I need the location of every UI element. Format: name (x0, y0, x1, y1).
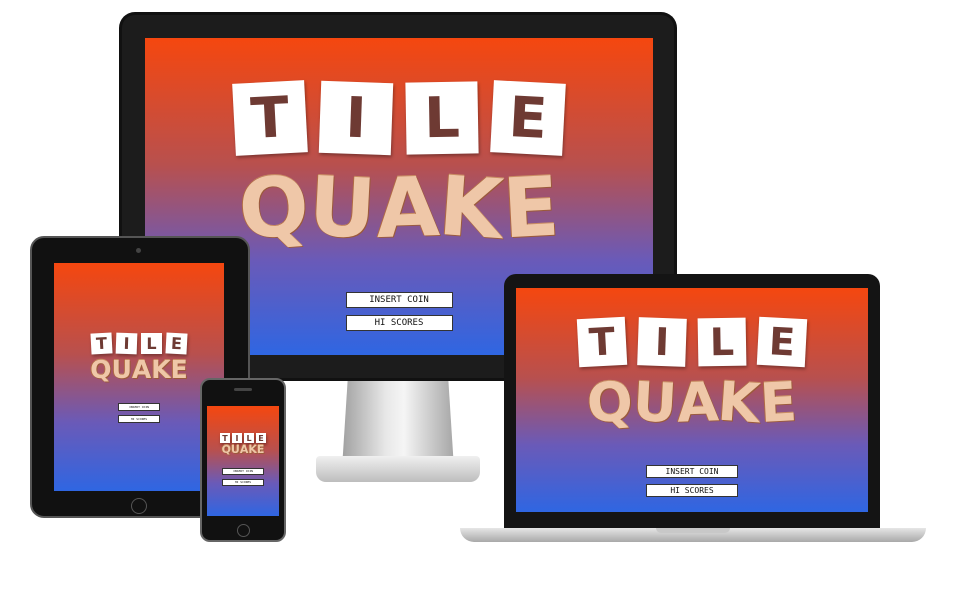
quake-letter: A (675, 370, 720, 435)
title-tile: I (232, 433, 242, 443)
title-tile: E (490, 80, 566, 156)
insert-coin-button[interactable]: INSERT COIN (646, 465, 738, 478)
quake-letter: Q (236, 158, 313, 259)
quake-letter: E (500, 159, 562, 258)
title-tile: E (256, 433, 266, 443)
hi-scores-button[interactable]: HI SCORES (118, 415, 160, 423)
hi-scores-button[interactable]: HI SCORES (646, 484, 738, 497)
insert-coin-button[interactable]: INSERT COIN (222, 468, 264, 475)
title-tile: L (141, 333, 162, 354)
quake-letter: Q (221, 443, 231, 456)
quake-letter: E (256, 443, 265, 456)
phone-home-button[interactable] (237, 524, 250, 537)
quake-letter: A (239, 443, 249, 456)
phone-speaker (234, 388, 252, 391)
title-tile: T (576, 316, 628, 368)
hi-scores-button[interactable]: HI SCORES (345, 315, 453, 331)
quake-letter: E (170, 355, 188, 384)
tablet-home-button[interactable] (131, 498, 147, 514)
quake-title: Q U A K E (236, 158, 562, 259)
monitor-base (316, 456, 480, 482)
quake-letter: U (111, 355, 132, 384)
laptop-notch (656, 528, 730, 533)
title-tile: E (756, 316, 808, 368)
title-tile: T (232, 80, 308, 156)
title-tile: T (90, 332, 113, 355)
title-tiles: T I L E (227, 80, 571, 156)
title-tile: L (405, 81, 479, 155)
insert-coin-button[interactable]: INSERT COIN (118, 403, 160, 411)
title-tile: L (244, 433, 254, 443)
quake-letter: K (435, 158, 506, 259)
quake-letter: U (631, 369, 679, 436)
title-tile: I (115, 332, 138, 355)
hi-scores-button[interactable]: HI SCORES (222, 479, 264, 486)
quake-letter: K (248, 443, 257, 456)
title-tile: I (318, 80, 394, 156)
quake-letter: Q (90, 355, 112, 384)
quake-letter: U (306, 159, 379, 258)
quake-letter: A (373, 159, 441, 258)
laptop-base (460, 528, 926, 542)
phone-screen: T I L E Q U A K E INSERT COIN HI SCORES (207, 406, 279, 516)
monitor-stand (342, 381, 454, 456)
quake-letter: E (758, 370, 799, 435)
title-tile: L (697, 317, 747, 367)
tablet-camera (136, 248, 141, 253)
tablet-screen: T I L E Q U A K E INSERT COIN HI SCORES (54, 263, 224, 491)
title-tile: T (220, 433, 230, 443)
laptop: T I L E Q U A K E INSERT COIN HI SCORES (504, 274, 880, 528)
quake-letter: U (230, 443, 240, 456)
quake-letter: K (716, 369, 763, 436)
title-tile: E (165, 332, 188, 355)
laptop-screen: T I L E Q U A K E INSERT COIN HI SCORES (516, 288, 868, 512)
title-tile: I (637, 317, 687, 367)
quake-letter: A (131, 355, 152, 384)
insert-coin-button[interactable]: INSERT COIN (345, 292, 453, 308)
phone: T I L E Q U A K E INSERT COIN HI SCORES (200, 378, 286, 542)
quake-letter: K (151, 355, 171, 384)
quake-letter: Q (584, 369, 635, 436)
